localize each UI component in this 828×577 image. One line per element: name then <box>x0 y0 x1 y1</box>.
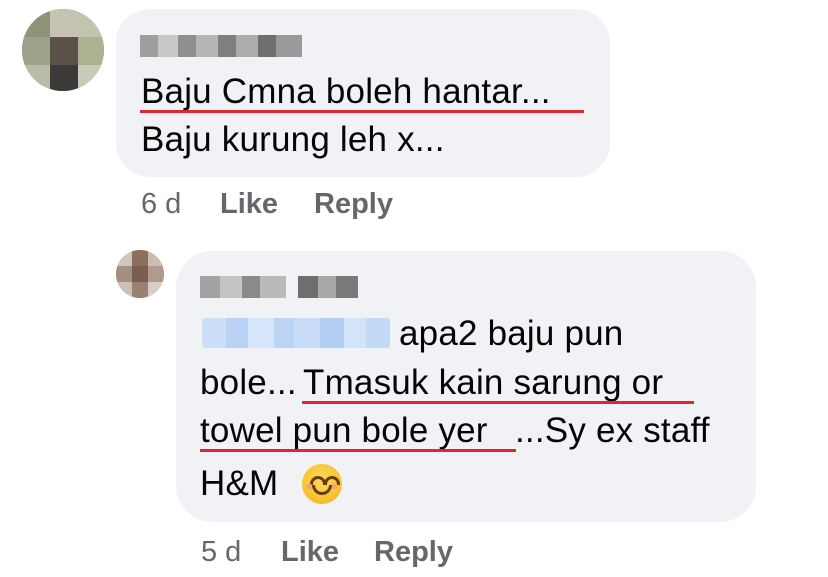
comment-like-button[interactable]: Like <box>220 187 278 221</box>
reply-text-line-2a: bole... <box>200 363 297 402</box>
reply-text-line-3a: towel pun bole yer <box>200 411 488 450</box>
replier-avatar[interactable] <box>116 250 164 298</box>
reply-text-line-3b: ...Sy ex staff <box>515 411 710 450</box>
reply-text-line-4: H&M <box>200 464 279 503</box>
comment-text-line-2: Baju kurung leh x... <box>141 120 445 159</box>
smiling-face-emoji <box>302 464 342 504</box>
reply-text-line-1: apa2 baju pun <box>399 314 624 353</box>
commenter-name-blurred[interactable] <box>140 35 302 57</box>
comment-text-line-1: Baju Cmna boleh hantar... <box>141 72 551 111</box>
reply-underline-1 <box>302 401 694 404</box>
reply-underline-2 <box>200 449 516 452</box>
reply-like-button[interactable]: Like <box>281 535 339 569</box>
comment-reply-button[interactable]: Reply <box>314 187 393 221</box>
comment-underline-1 <box>140 110 584 113</box>
reply-reply-button[interactable]: Reply <box>374 535 453 569</box>
reply-time[interactable]: 5 d <box>201 535 241 569</box>
comment-time[interactable]: 6 d <box>141 187 181 221</box>
replier-name-blurred[interactable] <box>200 276 358 298</box>
mentioned-user-blurred[interactable] <box>202 318 390 348</box>
reply-text-line-2b: Tmasuk kain sarung or <box>303 363 664 402</box>
commenter-avatar[interactable] <box>22 9 104 91</box>
